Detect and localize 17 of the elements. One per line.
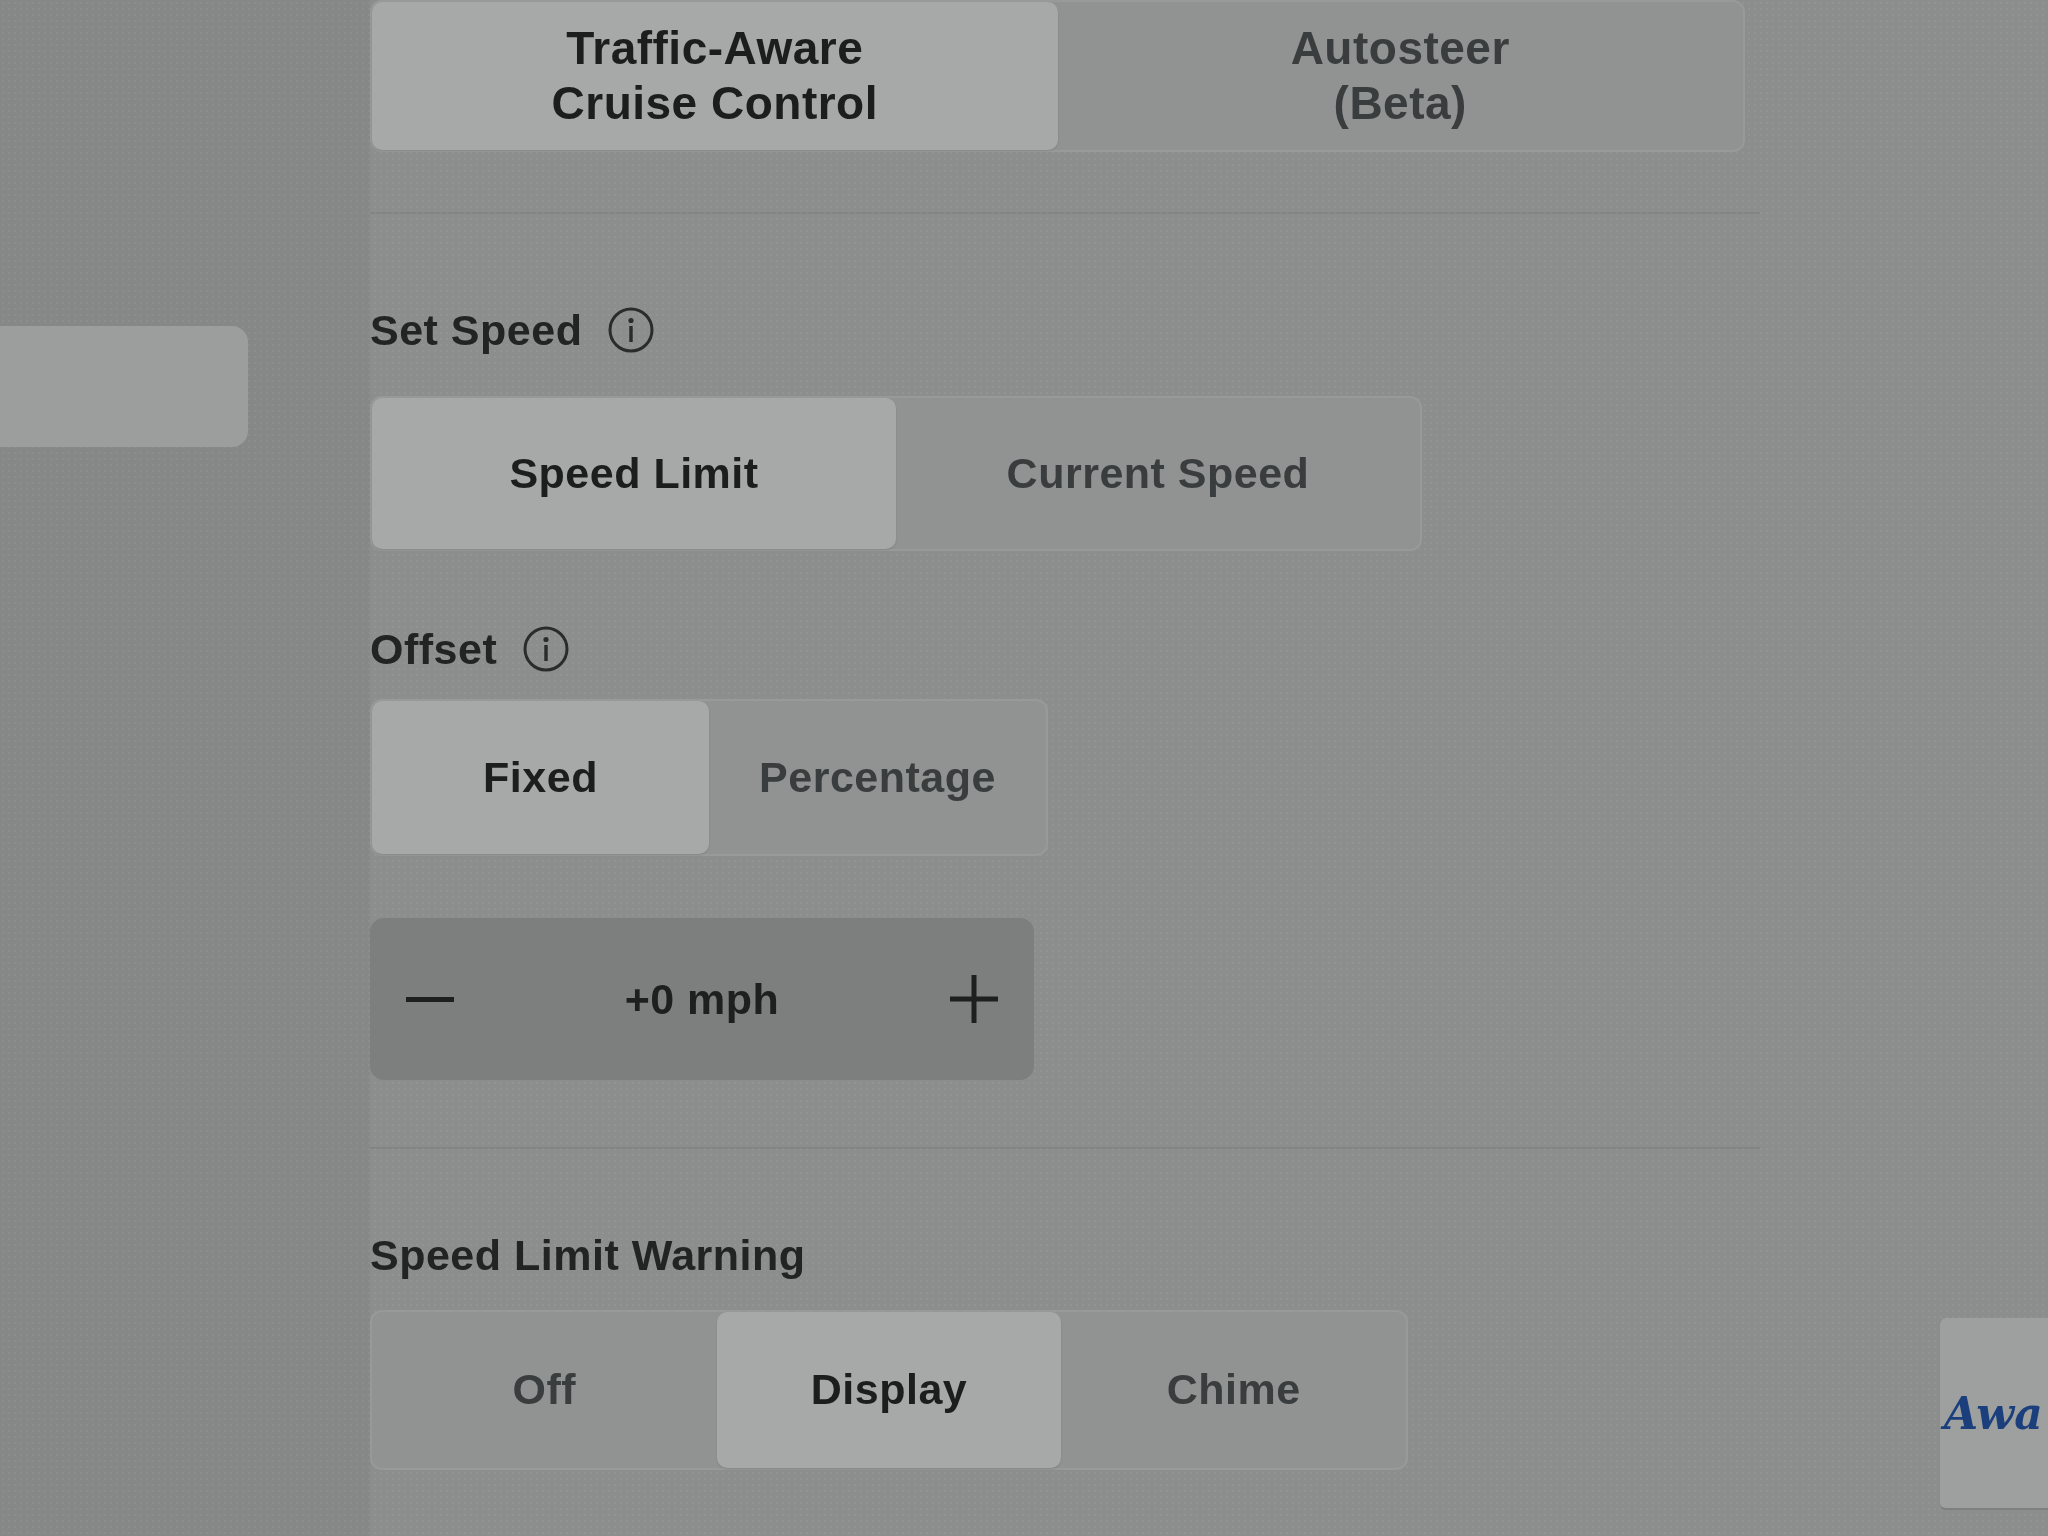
segment-option[interactable]: Percentage (709, 701, 1046, 854)
section-label: Offset (370, 624, 498, 674)
plus-icon (950, 975, 998, 1023)
mode-tab[interactable]: Traffic-Aware Cruise Control (372, 2, 1058, 150)
section-label: Set Speed (370, 305, 583, 355)
info-icon[interactable] (608, 307, 655, 353)
minus-icon (406, 996, 454, 1002)
segment-option[interactable]: Chime (1061, 1312, 1406, 1468)
segment-option[interactable]: Current Speed (896, 398, 1420, 549)
section-label: Speed Limit Warning (370, 1230, 806, 1280)
segment-option[interactable]: Display (716, 1312, 1062, 1468)
offset-value: +0 mph (624, 974, 780, 1024)
segment-option[interactable]: Speed Limit (372, 398, 896, 549)
info-icon[interactable] (523, 626, 570, 672)
mode-tab[interactable]: Autosteer (Beta) (1057, 2, 1743, 150)
segment-option[interactable]: Fixed (372, 701, 709, 854)
segment-option[interactable]: Off (372, 1312, 717, 1468)
